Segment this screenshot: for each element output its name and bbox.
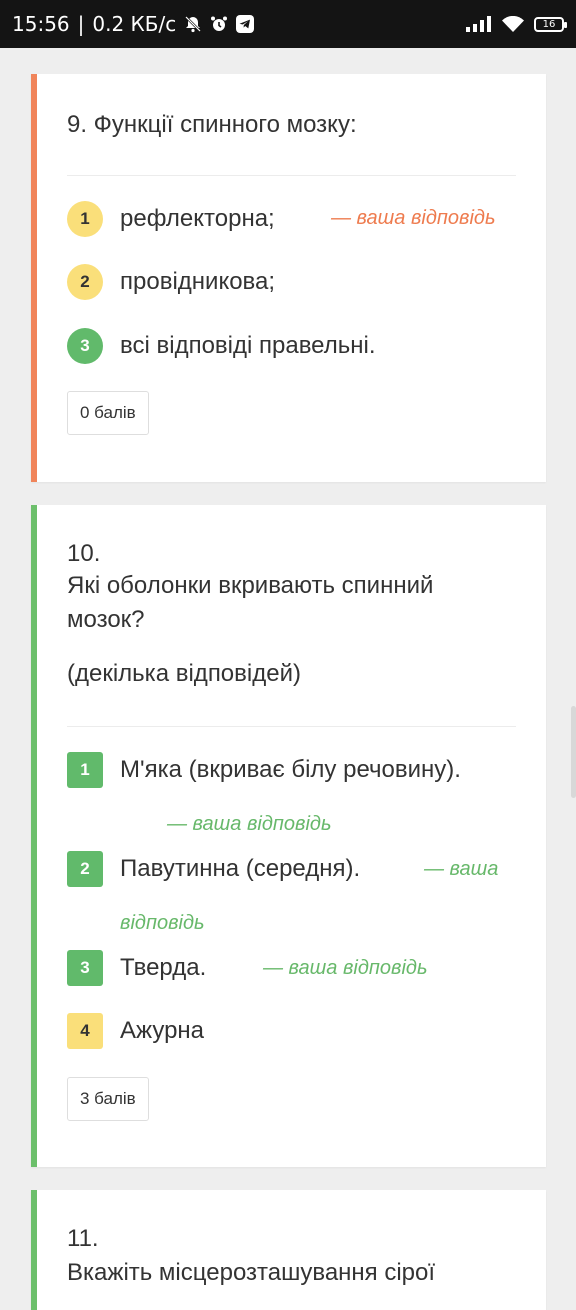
your-answer-note-part-2: відповідь xyxy=(120,912,205,934)
question-title-line-2: мозок? xyxy=(67,606,145,633)
question-card-11: 11. Вкажіть місцерозташування сірої xyxy=(31,1190,546,1310)
option-number-badge: 2 xyxy=(67,851,103,887)
question-title: 9. Функції спинного мозку: xyxy=(67,111,357,138)
option-number-badge: 1 xyxy=(67,752,103,788)
question-card-10: 10. Які оболонки вкривають спинний мозок… xyxy=(31,505,546,1167)
your-answer-note: — ваша відповідь xyxy=(167,813,332,835)
score-badge: 0 балів xyxy=(67,391,149,435)
question-card-9: 9. Функції спинного мозку: 1 рефлекторна… xyxy=(31,74,546,482)
your-answer-note-part-1: — ваша xyxy=(424,858,499,880)
separator: | xyxy=(77,12,85,36)
question-title-line-1: Які оболонки вкривають спинний xyxy=(67,572,434,599)
option-text: всі відповіді правельні. xyxy=(120,332,376,359)
your-answer-note: — ваша відповідь xyxy=(331,207,496,229)
bell-off-icon xyxy=(184,15,202,33)
option-number-badge: 3 xyxy=(67,328,103,364)
question-hint: (декілька відповідей) xyxy=(67,660,301,687)
answer-option-1: 1 М'яка (вкриває білу речовину). xyxy=(67,752,461,788)
result-bar-correct xyxy=(31,1190,37,1310)
option-text: Ажурна xyxy=(120,1017,205,1044)
question-number: 10. xyxy=(67,540,101,567)
option-text: Тверда. xyxy=(120,954,207,981)
answer-option-2: 2 провідникова; xyxy=(67,264,275,300)
your-answer-note: — ваша відповідь xyxy=(263,957,428,979)
divider xyxy=(67,726,516,727)
answer-option-2: 2 Павутинна (середня). xyxy=(67,851,360,887)
option-number-badge: 3 xyxy=(67,950,103,986)
answer-option-4: 4 Ажурна xyxy=(67,1013,204,1049)
result-bar-correct xyxy=(31,505,37,1167)
option-number-badge: 1 xyxy=(67,201,103,237)
divider xyxy=(67,175,516,176)
question-number: 11. xyxy=(67,1225,99,1252)
signal-icon xyxy=(466,16,492,32)
option-number-badge: 2 xyxy=(67,264,103,300)
answer-option-1: 1 рефлекторна; xyxy=(67,201,275,237)
answer-option-3: 3 всі відповіді правельні. xyxy=(67,328,375,364)
option-text: рефлекторна; xyxy=(120,205,275,232)
option-text: Павутинна (середня). xyxy=(120,855,361,882)
alarm-icon xyxy=(210,15,228,33)
status-bar: 15:56 | 0.2 КБ/с 16 xyxy=(0,0,576,48)
option-text: провідникова; xyxy=(120,268,276,295)
scrollbar[interactable] xyxy=(571,706,576,798)
question-title-line-1: Вкажіть місцерозташування сірої xyxy=(67,1259,436,1286)
option-number-badge: 4 xyxy=(67,1013,103,1049)
option-text: М'яка (вкриває білу речовину). xyxy=(120,756,461,783)
net-speed: 0.2 КБ/с xyxy=(92,12,177,36)
score-badge: 3 балів xyxy=(67,1077,149,1121)
battery-level: 16 xyxy=(542,18,556,30)
answer-option-3: 3 Тверда. xyxy=(67,950,206,986)
wifi-icon xyxy=(502,16,524,32)
telegram-icon xyxy=(236,15,255,33)
clock: 15:56 xyxy=(12,12,70,36)
battery-icon: 16 xyxy=(534,16,567,32)
result-bar-incorrect xyxy=(31,74,37,482)
